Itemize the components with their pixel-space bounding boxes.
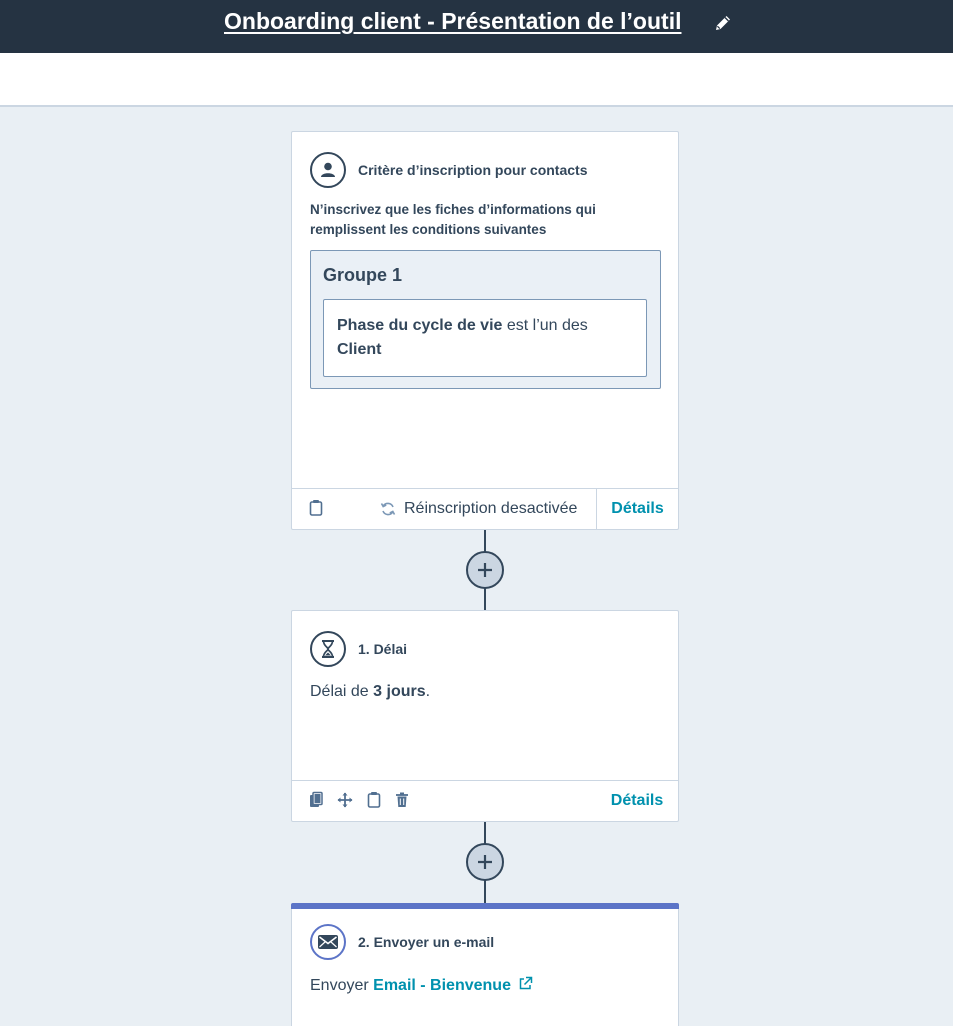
filter-condition[interactable]: Phase du cycle de vie est l’un des Clien… [323,299,647,377]
external-link-icon[interactable] [518,976,533,991]
card-accent-bar [291,903,679,909]
toolbar-area [0,53,953,107]
delay-description: Délai de 3 jours. [310,683,431,700]
email-link[interactable]: Email - Bienvenue [373,977,511,994]
delay-duration: 3 jours [373,683,426,700]
clipboard-icon[interactable] [308,499,324,517]
card-header: Critère d’inscription pour contacts [310,152,587,188]
clipboard-icon[interactable] [366,791,382,809]
trash-icon[interactable] [394,791,410,809]
add-action-button[interactable] [466,843,504,881]
send-email-description: Envoyer Email - Bienvenue [310,976,533,995]
pencil-icon[interactable] [713,13,733,33]
card-header: 2. Envoyer un e-mail [310,924,494,960]
header-bar: Onboarding client - Présentation de l’ou… [0,0,953,53]
plus-icon [478,855,492,869]
move-icon[interactable] [337,791,353,809]
enrollment-trigger-card[interactable]: Critère d’inscription pour contacts N’in… [291,131,679,530]
plus-icon [478,563,492,577]
delay-action-card[interactable]: 1. Délai Délai de 3 jours. Détails [291,610,679,822]
reenrollment-status[interactable]: Réinscription desactivée [380,489,577,529]
delay-details-button[interactable]: Détails [596,781,678,821]
card-footer: Détails [292,780,678,821]
enrollment-details-button[interactable]: Détails [596,489,678,529]
send-email-action-card[interactable]: 2. Envoyer un e-mail Envoyer Email - Bie… [291,903,679,1026]
reenrollment-label: Réinscription desactivée [404,500,578,517]
workflow-title[interactable]: Onboarding client - Présentation de l’ou… [224,8,681,35]
contact-icon [310,152,346,188]
enrollment-description: N’inscrivez que les fiches d’information… [310,202,596,237]
email-icon [310,924,346,960]
refresh-icon [380,502,396,516]
group-title: Groupe 1 [323,265,403,285]
enrollment-title: Critère d’inscription pour contacts [358,162,588,178]
delay-title: 1. Délai [358,641,408,657]
send-email-title: 2. Envoyer un e-mail [358,934,495,950]
filter-group[interactable]: Groupe 1 Phase du cycle de vie est l’un … [310,250,661,389]
condition-value: Client [337,341,382,358]
condition-property: Phase du cycle de vie [337,317,503,334]
card-header: 1. Délai [310,631,407,667]
add-action-button[interactable] [466,551,504,589]
card-footer: Réinscription desactivée Détails [292,488,678,529]
copy-icon[interactable] [308,791,324,809]
condition-operator: est l’un des [502,317,588,334]
hourglass-icon [310,631,346,667]
